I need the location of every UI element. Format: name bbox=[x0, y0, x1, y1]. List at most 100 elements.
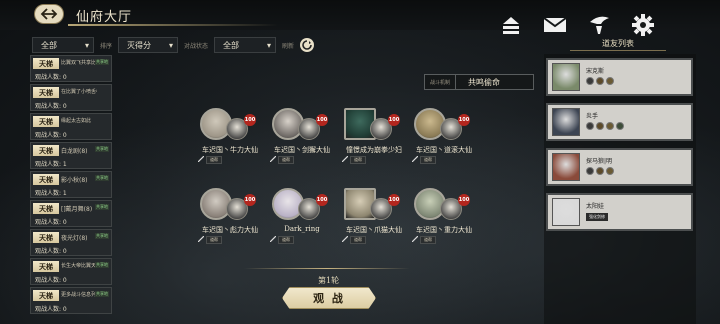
fighter-card[interactable]: 100 车迟国丶彪力大仙道帮 bbox=[198, 188, 276, 248]
page-title: 仙府大厅 bbox=[76, 10, 133, 25]
room-viewers: 观战人数: 0 bbox=[35, 248, 67, 255]
category-select[interactable]: 全部 ▾ bbox=[32, 37, 94, 53]
room-item[interactable]: 天梯 白龙剧(8) 共享地 观战人数: 1 bbox=[30, 142, 112, 169]
friend-status-pill: 强化剑修 bbox=[586, 213, 608, 221]
back-button[interactable] bbox=[34, 4, 64, 24]
sort-select[interactable]: 灭得分 ▾ bbox=[118, 37, 179, 53]
room-item[interactable]: 天梯 影小秋(8) 共享地 观战人数: 1 bbox=[30, 171, 112, 198]
back-arrow-icon bbox=[40, 8, 58, 20]
sword-icon bbox=[342, 156, 348, 162]
chevron-down-icon: ▾ bbox=[84, 40, 89, 50]
room-badge: 共享地 bbox=[95, 146, 109, 152]
refresh-button[interactable] bbox=[300, 38, 315, 52]
room-item[interactable]: 天梯 缘起太古如此 观战人数: 0 bbox=[30, 113, 112, 140]
room-name: 长生大帝比翼天尊 bbox=[61, 263, 97, 269]
inbox-button[interactable] bbox=[498, 14, 524, 36]
refresh-icon bbox=[302, 40, 312, 50]
room-tag: 天梯 bbox=[33, 58, 59, 69]
skill-icon bbox=[606, 77, 614, 85]
category-select-value: 全部 bbox=[41, 40, 57, 50]
friend-name: 探马狼|明 bbox=[586, 158, 613, 165]
room-item[interactable]: 天梯在比翼了小喷舌者观战人数: 0 bbox=[30, 84, 112, 111]
fighter-status: 道帮 bbox=[206, 236, 222, 244]
room-tag: 天梯 bbox=[33, 261, 59, 272]
room-badge: 共享地 bbox=[95, 262, 109, 268]
room-item[interactable]: 天梯更多战斗信息列表共享地观战人数: 0 bbox=[30, 287, 112, 314]
friend-skill-icons bbox=[586, 77, 614, 85]
fighter-name: 车迟国丶道滚大仙 bbox=[416, 146, 472, 154]
title-underline bbox=[68, 24, 278, 26]
friend-name: 宋克斯 bbox=[586, 68, 605, 75]
friend-card[interactable]: 宋克斯 bbox=[546, 58, 693, 96]
fighter-name: 车迟国丶牛力大仙 bbox=[202, 146, 258, 154]
character-button[interactable] bbox=[586, 14, 612, 36]
sort-select-value: 灭得分 bbox=[127, 40, 152, 50]
sword-icon bbox=[412, 156, 418, 162]
room-badge: 共享地 bbox=[95, 291, 109, 297]
skill-icon bbox=[606, 167, 614, 175]
fighter-card[interactable]: 100 车迟国丶重力大仙 道帮 bbox=[412, 188, 490, 248]
fighter-hp-badge: 100 bbox=[244, 114, 256, 126]
room-name: 比翼双飞共享比翼 bbox=[61, 60, 97, 66]
battle-status-select-value: 全部 bbox=[223, 40, 240, 50]
room-badge: 共享地 bbox=[95, 175, 109, 181]
room-viewers: 观战人数: 0 bbox=[35, 103, 67, 110]
sword-icon bbox=[412, 236, 418, 242]
friend-list: 宋克斯炎手探马狼|明太阳娃 强化剑修 bbox=[544, 54, 696, 324]
filter-bar: 全部 ▾ 排序 灭得分 ▾ 对战状态 全部 ▾ 刷新 bbox=[32, 36, 332, 54]
gear-icon bbox=[632, 14, 654, 36]
mail-icon bbox=[543, 17, 567, 32]
combat-mechanic-label: 战斗机制 bbox=[425, 75, 457, 89]
friend-card[interactable]: 探马狼|明 bbox=[546, 148, 693, 186]
room-name: 更多战斗信息列表 bbox=[61, 292, 97, 298]
fighter-name: Dark_ring bbox=[284, 225, 320, 233]
fighter-card[interactable]: 100 Dark_ring 道帮 bbox=[270, 188, 348, 248]
fighter-status: 道帮 bbox=[278, 236, 294, 244]
friend-avatar bbox=[552, 63, 580, 91]
room-item[interactable]: 天梯长生大帝比翼天尊共享地观战人数: 0 bbox=[30, 258, 112, 285]
watch-button[interactable]: 观 战 bbox=[282, 287, 376, 309]
room-viewers: 观战人数: 0 bbox=[35, 132, 67, 139]
room-name: 影小秋(8) bbox=[61, 177, 88, 184]
room-item[interactable]: 天梯比翼双飞共享比翼共享地观战人数: 0 bbox=[30, 55, 112, 82]
room-item[interactable]: 天梯 夜光灯(8) 共享地 观战人数: 0 bbox=[30, 229, 112, 256]
sword-icon bbox=[270, 236, 276, 242]
battle-status-label: 对战状态 bbox=[184, 42, 209, 50]
fighter-card[interactable]: 100 车迟国丶道滚大仙 道帮 bbox=[412, 108, 490, 168]
round-divider bbox=[244, 268, 410, 269]
top-icon-bar bbox=[498, 14, 656, 36]
inbox-icon bbox=[503, 17, 519, 34]
skill-icon bbox=[586, 167, 594, 175]
fighter-status: 道帮 bbox=[278, 156, 294, 164]
skill-icon bbox=[586, 77, 594, 85]
round-label: 第1轮 bbox=[318, 276, 340, 285]
room-viewers: 观战人数: 0 bbox=[35, 74, 67, 81]
fighter-card[interactable]: 100 车迟国丶剑獬大仙 道帮 bbox=[270, 108, 348, 168]
settings-button[interactable] bbox=[630, 14, 656, 36]
mail-button[interactable] bbox=[542, 14, 568, 36]
room-item[interactable]: 天梯 []戴月舞(8) 共享地 观战人数: 0 bbox=[30, 200, 112, 227]
fighter-hp-badge: 100 bbox=[458, 114, 470, 126]
fighter-name: 车迟国丶彪力大仙 bbox=[202, 226, 258, 234]
fighter-status: 道帮 bbox=[350, 236, 366, 244]
friend-card[interactable]: 炎手 bbox=[546, 103, 693, 141]
fighter-name: 车迟国丶重力大仙 bbox=[416, 226, 472, 234]
room-tag: 天梯 bbox=[33, 174, 59, 185]
fighter-card[interactable]: 100 憧憬成为崩拳少妇 道帮 bbox=[342, 108, 420, 168]
fighter-card[interactable]: 100 车迟国丶爪猫大仙 道帮 bbox=[342, 188, 420, 248]
room-tag: 天梯 bbox=[33, 116, 59, 127]
sword-icon bbox=[342, 236, 348, 242]
friend-card[interactable]: 太阳娃 强化剑修 bbox=[546, 193, 693, 231]
battle-status-select[interactable]: 全部 ▾ bbox=[214, 37, 277, 53]
fighter-hp-badge: 100 bbox=[316, 194, 328, 206]
room-tag: 天梯 bbox=[33, 145, 59, 156]
friend-avatar bbox=[552, 153, 580, 181]
combat-mechanic-value: 共鸣偷命 bbox=[468, 77, 501, 87]
skill-icon bbox=[606, 122, 614, 130]
friend-avatar bbox=[552, 198, 580, 226]
fighter-card[interactable]: 100 车迟国丶牛力大仙 道帮 bbox=[198, 108, 276, 168]
skill-icon bbox=[616, 122, 624, 130]
skill-icon bbox=[596, 77, 604, 85]
room-badge: 共享地 bbox=[95, 59, 109, 65]
fighter-hp-badge: 100 bbox=[244, 194, 256, 206]
